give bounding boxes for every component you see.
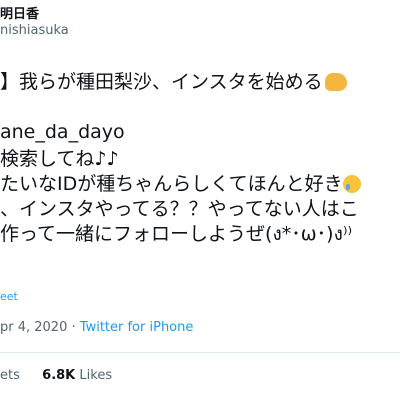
tweet-line: 】我らが種田梨沙、インスタを始める	[0, 70, 347, 94]
tweet-date[interactable]: pr 4, 2020	[0, 320, 67, 335]
translate-tweet-link[interactable]: eet	[0, 290, 18, 303]
retweets-label[interactable]: ets	[0, 368, 20, 383]
tweet-line: たいなIDが種ちゃんらしくてほんと好き	[0, 172, 361, 196]
author-name[interactable]: 明日香	[0, 3, 39, 22]
clapping-hands-icon	[324, 73, 347, 91]
tweet-line: 検索してね♪♪	[0, 148, 119, 170]
meta-separator: ·	[71, 320, 76, 335]
tweet-line: 、インスタやってる？？やってない人はこ	[0, 198, 359, 220]
author-handle[interactable]: nishiasuka	[0, 23, 69, 38]
instagram-handle-link[interactable]: ane_da_dayo	[0, 120, 125, 144]
divider	[0, 352, 400, 353]
tweet-stats: ets 6.8K Likes	[0, 368, 112, 383]
tweet-line: 作って一緒にフォローしようぜ(ง*･ω･)ง⁾⁾	[0, 223, 353, 245]
likes-count[interactable]: 6.8K	[42, 368, 75, 383]
crying-face-icon	[342, 175, 361, 193]
tweet-meta: pr 4, 2020 · Twitter for iPhone	[0, 320, 193, 335]
tweet-source-link[interactable]: Twitter for iPhone	[80, 320, 194, 335]
likes-label[interactable]: Likes	[79, 368, 112, 383]
